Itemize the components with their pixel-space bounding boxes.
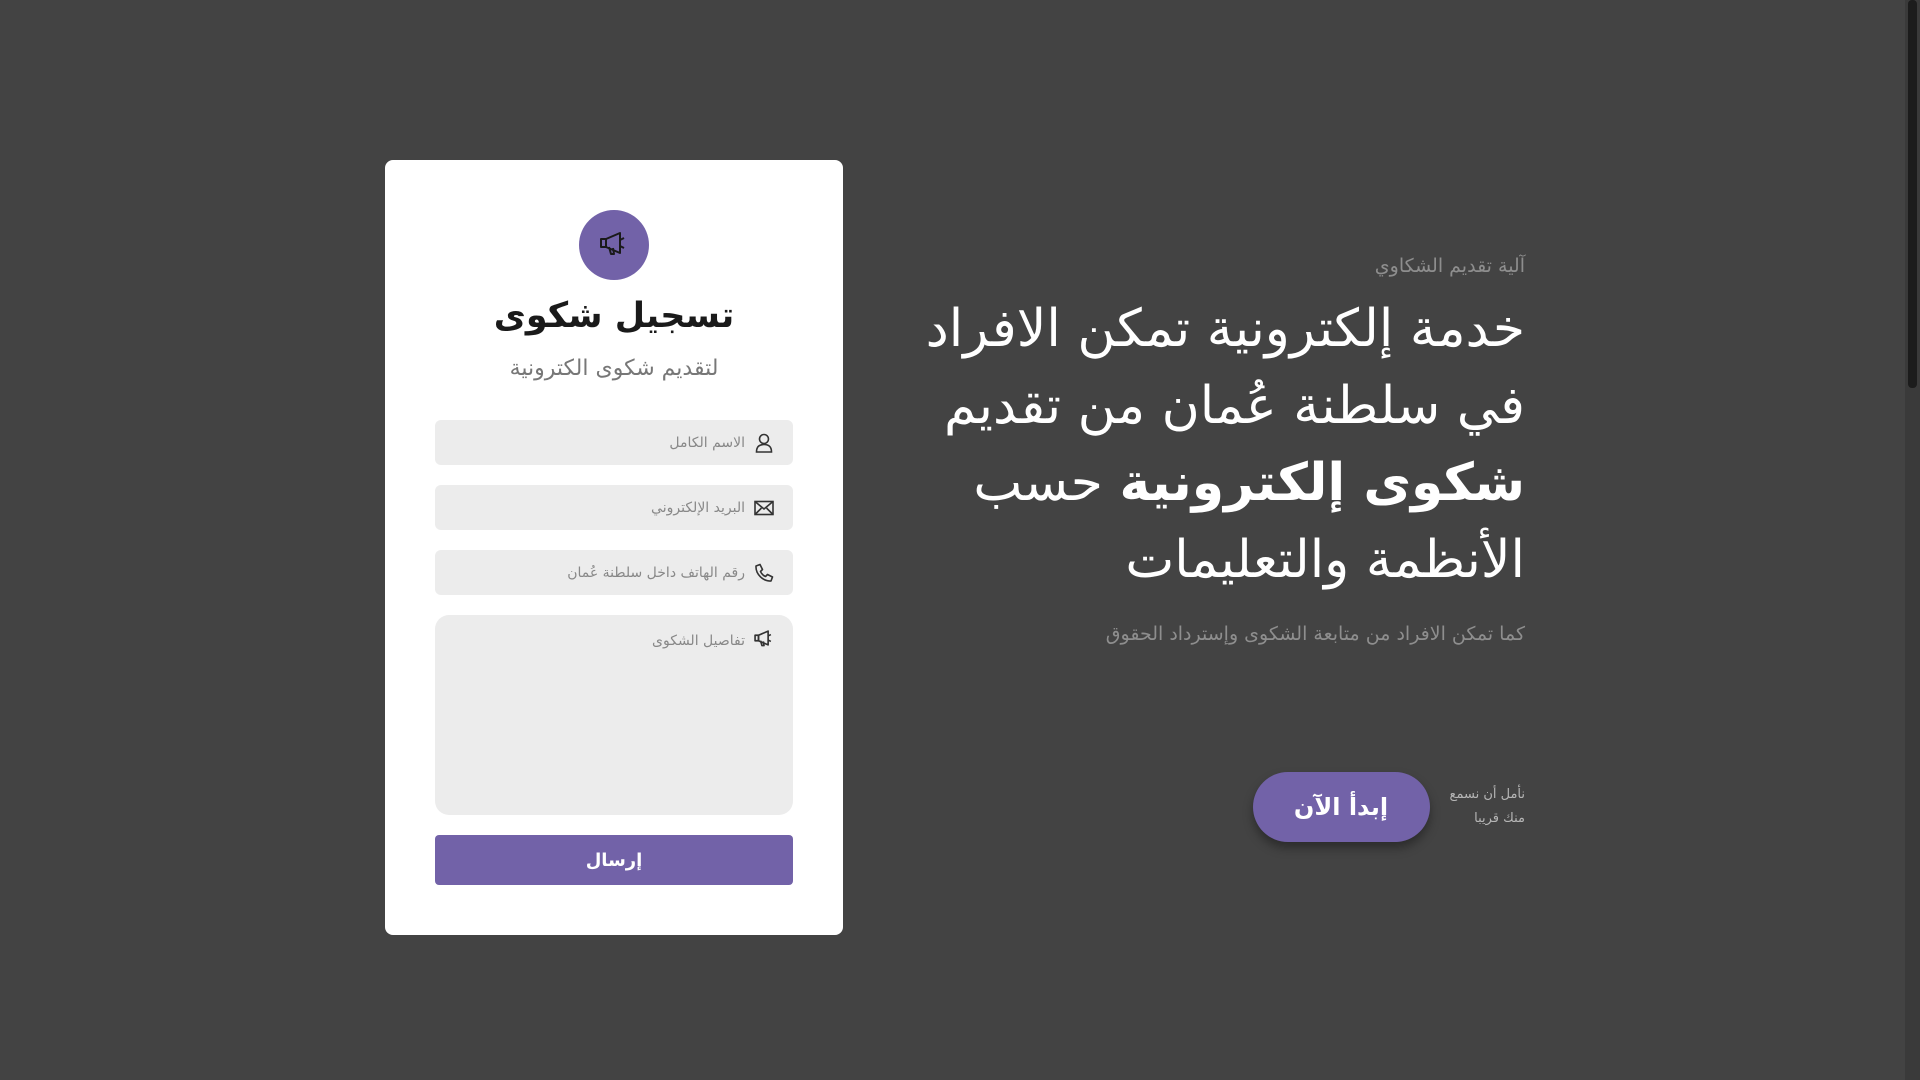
phone-field [435,550,793,595]
hero-section: آلية تقديم الشكاوي خدمة إلكترونية تمكن ا… [905,255,1525,645]
scrollbar-thumb[interactable] [1908,0,1917,388]
cta-note: نأمل أن نسمع منك قريبا [1450,783,1525,831]
user-icon [753,432,775,454]
email-field [435,485,793,530]
form-logo [579,210,649,280]
megaphone-icon [598,230,630,260]
hero-lead: كما تمكن الافراد من متابعة الشكوى وإسترد… [1105,623,1525,645]
complaint-details-field [435,615,793,815]
page: تسجيل شكوى لتقديم شكوى الكترونية الاسم ا… [0,0,1920,1080]
hero-headline-bold: شكوى إلكترونية [1119,453,1525,513]
full-name-input[interactable] [455,420,745,465]
cta-note-line: منك قريبا [1474,811,1525,826]
phone-input[interactable] [455,550,745,595]
hero-eyebrow: آلية تقديم الشكاوي [1374,255,1525,277]
submit-button[interactable]: إرسال [435,835,793,885]
form-subtitle: لتقديم شكوى الكترونية [509,356,719,381]
page-scrollbar[interactable] [1905,0,1920,1080]
cta-note-line: نأمل أن نسمع [1449,787,1525,802]
email-input[interactable] [455,485,745,530]
hero-headline: خدمة إلكترونية تمكن الافراد في سلطنة عُم… [905,291,1525,599]
envelope-icon [753,497,775,519]
complaint-form-card: تسجيل شكوى لتقديم شكوى الكترونية الاسم ا… [385,160,843,935]
form-title: تسجيل شكوى [493,296,735,336]
full-name-field [435,420,793,465]
phone-icon [753,562,775,584]
cta-row: إبدأ الآن نأمل أن نسمع منك قريبا [1252,772,1525,842]
hero-headline-text: خدمة إلكترونية تمكن الافراد في سلطنة عُم… [925,299,1525,436]
complaint-details-textarea[interactable] [455,633,745,803]
megaphone-icon [753,627,775,649]
start-now-button[interactable]: إبدأ الآن [1252,772,1430,842]
